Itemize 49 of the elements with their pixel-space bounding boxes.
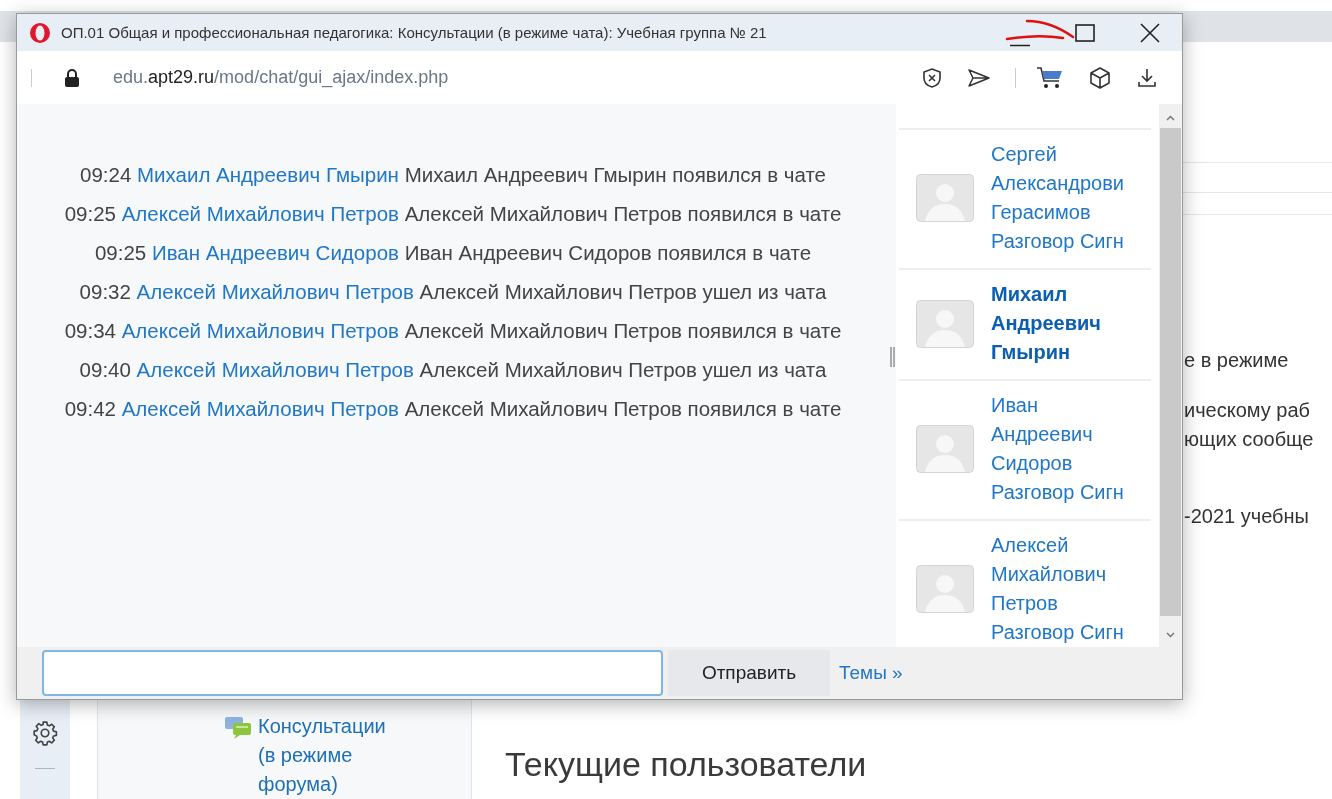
cube-icon[interactable] [1088, 65, 1112, 90]
avatar-icon [916, 425, 974, 473]
user-link[interactable]: Алексей Михайлович Петров [121, 202, 399, 225]
page-text: -2021 учебны [1184, 504, 1309, 529]
status-link[interactable]: Разговор Сигн [991, 227, 1124, 256]
settings-icon[interactable] [32, 720, 58, 746]
status-link[interactable]: Разговор Сигн [991, 618, 1124, 647]
user-link[interactable]: Алексей Михайлович Петров [136, 358, 414, 381]
chat-bubbles-icon [224, 715, 252, 739]
user-link[interactable]: Алексей Михайлович Петров [121, 397, 399, 420]
close-button[interactable] [1140, 22, 1160, 43]
chat-message: 09:25 Иван Андреевич Сидоров Иван Андреевич Сидоров появился в чате [93, 240, 813, 266]
nav-link[interactable]: Консультации (в режиме форума) [258, 712, 408, 799]
user-name-link[interactable]: Иван Андреевич Сидоров [991, 391, 1093, 478]
maximize-button[interactable] [1075, 23, 1095, 42]
browser-logo-icon [29, 21, 51, 44]
user-name-link[interactable]: Алексей Михайлович Петров [991, 531, 1107, 618]
avatar-icon [916, 299, 974, 348]
send-icon[interactable] [967, 66, 991, 89]
minimize-button[interactable] [1010, 44, 1030, 47]
page-text: е в режиме [1184, 348, 1289, 373]
download-icon[interactable] [1136, 66, 1158, 89]
user-link[interactable]: Алексей Михайлович Петров [121, 319, 399, 342]
page-text: ющих сообще [1184, 427, 1314, 452]
section-heading: Текущие пользователи [504, 744, 868, 785]
address-bar-url[interactable]: edu.apt29.ru/mod/chat/gui_ajax/index.php [113, 67, 921, 88]
chat-message: 09:24 Михаил Андреевич Гмырин Михаил Андреевич Гмырин появился в чате [79, 162, 827, 188]
user-link[interactable]: Алексей Михайлович Петров [136, 280, 414, 303]
cart-icon[interactable] [1036, 65, 1064, 90]
annotation-stroke [1005, 17, 1075, 41]
chat-message: 09:32 Алексей Михайлович Петров Алексей Михайлович Петров ушел из чата [78, 279, 828, 305]
chat-message: 09:42 Алексей Михайлович Петров Алексей Михайлович Петров появился в чате [63, 396, 843, 422]
lock-icon [64, 68, 80, 87]
topics-link[interactable]: Темы » [839, 662, 903, 684]
shield-x-icon[interactable] [921, 66, 943, 89]
status-link[interactable]: Разговор Сигн [991, 478, 1124, 507]
page-text: ическому раб [1184, 398, 1311, 423]
message-input[interactable] [42, 650, 663, 696]
send-button[interactable]: Отправить [668, 650, 830, 696]
window-title: ОП.01 Общая и профессиональная педагогика: Консультации (в режиме чата): Учебная группа № 21 [61, 24, 768, 41]
user-name-link[interactable]: Михаил Андреевич Гмырин [991, 280, 1101, 367]
user-link[interactable]: Михаил Андреевич Гмырин [137, 163, 399, 186]
chat-message: 09:25 Алексей Михайлович Петров Алексей Михайлович Петров появился в чате [63, 201, 843, 227]
chat-message: 09:34 Алексей Михайлович Петров Алексей Михайлович Петров появился в чате [63, 318, 843, 344]
user-link[interactable]: Иван Андреевич Сидоров [151, 241, 399, 264]
chat-message: 09:40 Алексей Михайлович Петров Алексей Михайлович Петров ушел из чата [78, 357, 828, 383]
avatar-icon [916, 174, 974, 222]
user-name-link[interactable]: Сергей Александрови Герасимов [991, 140, 1124, 227]
avatar-icon [916, 565, 974, 613]
